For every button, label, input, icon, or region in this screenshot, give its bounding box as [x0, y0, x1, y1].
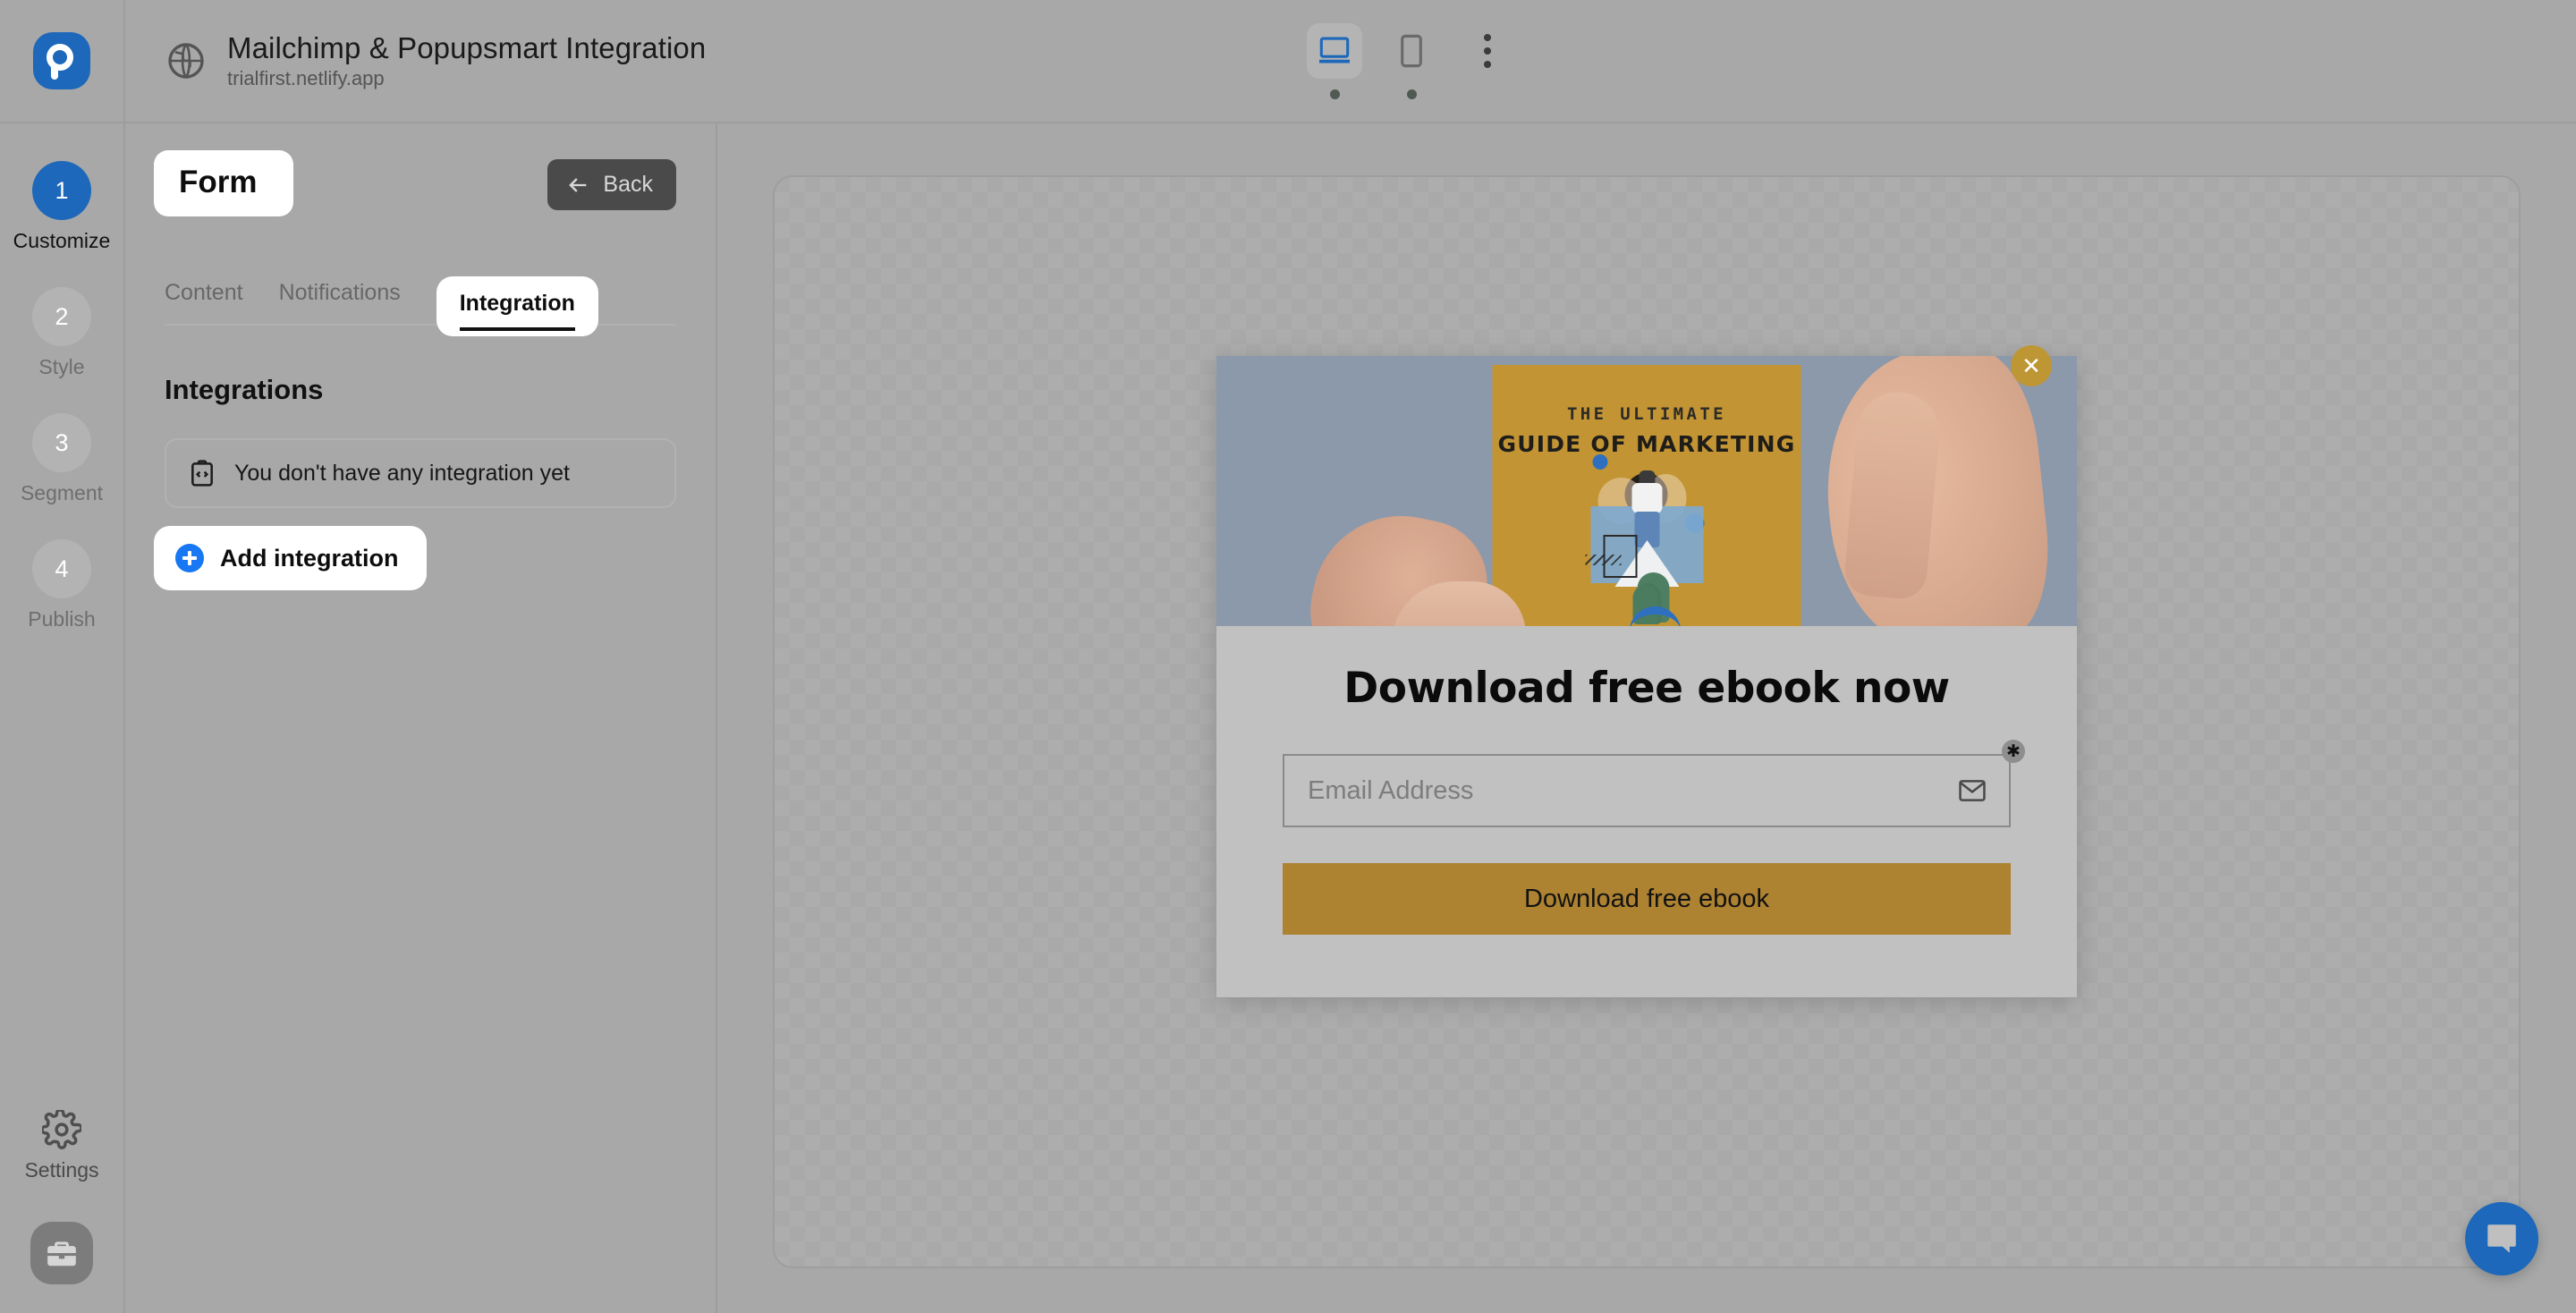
chat-launcher-button[interactable] — [2465, 1202, 2538, 1275]
back-button[interactable]: Back — [547, 159, 676, 210]
step-customize[interactable]: 1 Customize — [13, 161, 111, 253]
plus-circle-icon — [175, 544, 204, 572]
editor-panel: Form Back Content Notifications Integrat… — [125, 123, 717, 1313]
ebook-kicker: THE ULTIMATE — [1567, 404, 1726, 424]
popup-preview: ✕ THE ULTIMATE GUIDE OF MARKETING — [1216, 356, 2077, 997]
popupsmart-logo-icon[interactable] — [33, 32, 90, 89]
required-field-marker[interactable]: ✱ — [2002, 740, 2025, 763]
more-options-button[interactable] — [1460, 23, 1515, 79]
desktop-icon-box[interactable] — [1307, 23, 1362, 79]
device-preview-toolbar — [1306, 0, 1515, 99]
integrations-empty-state: You don't have any integration yet — [165, 438, 676, 508]
add-integration-button[interactable]: Add integration — [154, 526, 427, 590]
kebab-dot — [1484, 47, 1491, 55]
tab-integration-highlight[interactable]: Integration — [436, 276, 598, 336]
mobile-icon-box[interactable] — [1384, 23, 1439, 79]
add-integration-label: Add integration — [220, 545, 398, 572]
ebook-cover: THE ULTIMATE GUIDE OF MARKETING — [1493, 365, 1801, 626]
gear-icon — [42, 1110, 81, 1149]
download-ebook-button[interactable]: Download free ebook — [1283, 863, 2011, 935]
device-toggle-mobile[interactable] — [1383, 23, 1440, 99]
globe-icon — [165, 39, 208, 82]
preview-stage: ✕ THE ULTIMATE GUIDE OF MARKETING — [717, 123, 2576, 1313]
step-segment[interactable]: 3 Segment — [21, 413, 103, 505]
clipboard-code-icon — [188, 459, 216, 487]
rail-bottom: Settings — [0, 1110, 123, 1313]
workspace-button[interactable] — [30, 1222, 93, 1284]
step-number: 4 — [32, 539, 91, 598]
step-label: Publish — [28, 607, 95, 631]
integrations-heading: Integrations — [165, 374, 676, 406]
step-number: 1 — [32, 161, 91, 220]
preview-canvas: ✕ THE ULTIMATE GUIDE OF MARKETING — [773, 175, 2521, 1268]
app-root: Mailchimp & Popupsmart Integration trial… — [0, 0, 2576, 1313]
desktop-icon — [1318, 36, 1352, 66]
page-title: Mailchimp & Popupsmart Integration — [227, 31, 706, 65]
form-title: Form — [179, 165, 258, 200]
empty-state-text: You don't have any integration yet — [234, 461, 570, 487]
deco-ball — [1593, 454, 1608, 470]
email-field-wrapper: ✱ — [1283, 754, 2011, 827]
popup-headline: Download free ebook now — [1283, 664, 2011, 713]
deco-person-body — [1631, 483, 1662, 513]
ebook-title: GUIDE OF MARKETING — [1497, 431, 1795, 457]
email-input[interactable] — [1283, 754, 2011, 827]
step-label: Style — [38, 355, 84, 379]
step-label: Customize — [13, 229, 111, 253]
step-number: 3 — [32, 413, 91, 472]
popup-close-button[interactable]: ✕ — [2011, 345, 2052, 386]
thumb-right-shape — [1843, 388, 1943, 600]
sidebar-item-settings[interactable]: Settings — [24, 1110, 98, 1182]
panel-tabs: Content Notifications Integration — [165, 263, 676, 326]
steps-rail: 1 Customize 2 Style 3 Segment 4 Publish — [0, 123, 125, 1313]
settings-label: Settings — [24, 1158, 98, 1182]
desktop-status-dot — [1330, 89, 1340, 99]
tab-notifications[interactable]: Notifications — [279, 280, 401, 324]
body-row: 1 Customize 2 Style 3 Segment 4 Publish — [0, 123, 2576, 1313]
mobile-status-dot — [1407, 89, 1417, 99]
app-logo-cell[interactable] — [0, 0, 125, 122]
hand-right-shape — [1813, 356, 2057, 626]
chat-bubble-icon — [2483, 1220, 2521, 1258]
step-publish[interactable]: 4 Publish — [28, 539, 95, 631]
arrow-left-icon — [565, 173, 590, 198]
form-title-highlight[interactable]: Form — [154, 150, 293, 216]
mobile-icon — [1400, 34, 1423, 68]
popup-hero-image[interactable]: THE ULTIMATE GUIDE OF MARKETING — [1216, 356, 2077, 626]
briefcase-icon — [45, 1236, 79, 1270]
device-toggle-desktop[interactable] — [1306, 23, 1363, 99]
kebab-dot — [1484, 61, 1491, 68]
top-bar: Mailchimp & Popupsmart Integration trial… — [0, 0, 2576, 123]
tab-integration[interactable]: Integration — [460, 291, 575, 331]
popup-body: Download free ebook now ✱ Download free … — [1216, 626, 2077, 997]
step-number: 2 — [32, 287, 91, 346]
panel-header: Form Back — [165, 157, 676, 216]
deco-zigzag — [1586, 555, 1622, 565]
step-label: Segment — [21, 481, 103, 505]
site-url: trialfirst.netlify.app — [227, 67, 706, 90]
kebab-dot — [1484, 34, 1491, 41]
step-style[interactable]: 2 Style — [32, 287, 91, 379]
tab-content[interactable]: Content — [165, 280, 243, 324]
back-button-label: Back — [603, 172, 653, 198]
